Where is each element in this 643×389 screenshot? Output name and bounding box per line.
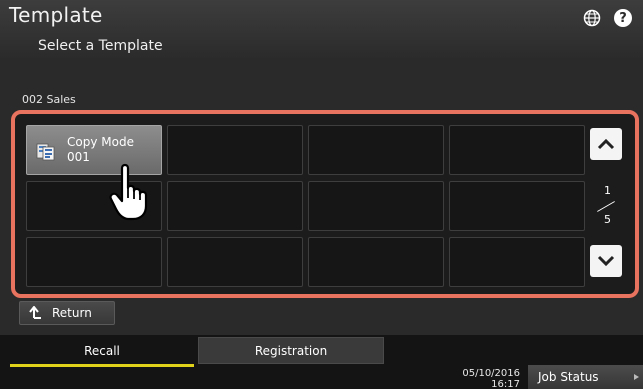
help-icon[interactable]: ? [614,9,632,27]
current-page: 1 [604,184,611,197]
template-slot-empty[interactable] [449,237,585,287]
date: 05/10/2016 [462,368,520,379]
chevron-down-icon [597,255,615,267]
template-slot-empty[interactable] [167,125,303,175]
job-status-label: Job Status [538,370,599,384]
template-slot-empty[interactable] [308,237,444,287]
template-slot-empty[interactable] [308,181,444,231]
group-label: 002 Sales [22,93,76,106]
chevron-up-icon [597,138,615,150]
globe-icon[interactable] [583,9,601,27]
template-slot-empty[interactable] [449,125,585,175]
scroll-up-button[interactable] [590,128,622,160]
title-bar: Template Select a Template ? [0,0,643,58]
job-status-button[interactable]: Job Status [528,365,643,389]
page-indicator: 1 5 [592,184,622,230]
template-slot-empty[interactable] [167,181,303,231]
copy-template-icon [36,141,56,161]
date-time: 05/10/2016 16:17 [454,368,520,389]
page-divider [597,201,615,212]
tab-registration[interactable]: Registration [198,337,384,364]
tab-recall[interactable]: Recall [10,337,194,367]
return-arrow-icon [28,305,42,320]
return-button[interactable]: Return [19,301,115,325]
time: 16:17 [491,379,520,389]
template-label: Copy Mode 001 [67,135,134,165]
template-slot-empty[interactable] [26,237,162,287]
template-name: Copy Mode [67,135,134,149]
play-arrow-icon [634,374,639,380]
pointing-hand-icon [108,162,156,222]
template-slot-empty[interactable] [449,181,585,231]
page-title: Template [9,3,103,27]
template-slot-empty[interactable] [167,237,303,287]
bottom-bar: Recall Registration 05/10/2016 16:17 Job… [0,335,643,389]
template-slot-empty[interactable] [308,125,444,175]
return-label: Return [52,306,92,320]
page-subtitle: Select a Template [38,38,163,54]
total-pages: 5 [604,213,611,226]
scroll-down-button[interactable] [590,245,622,277]
template-number: 001 [67,150,90,164]
